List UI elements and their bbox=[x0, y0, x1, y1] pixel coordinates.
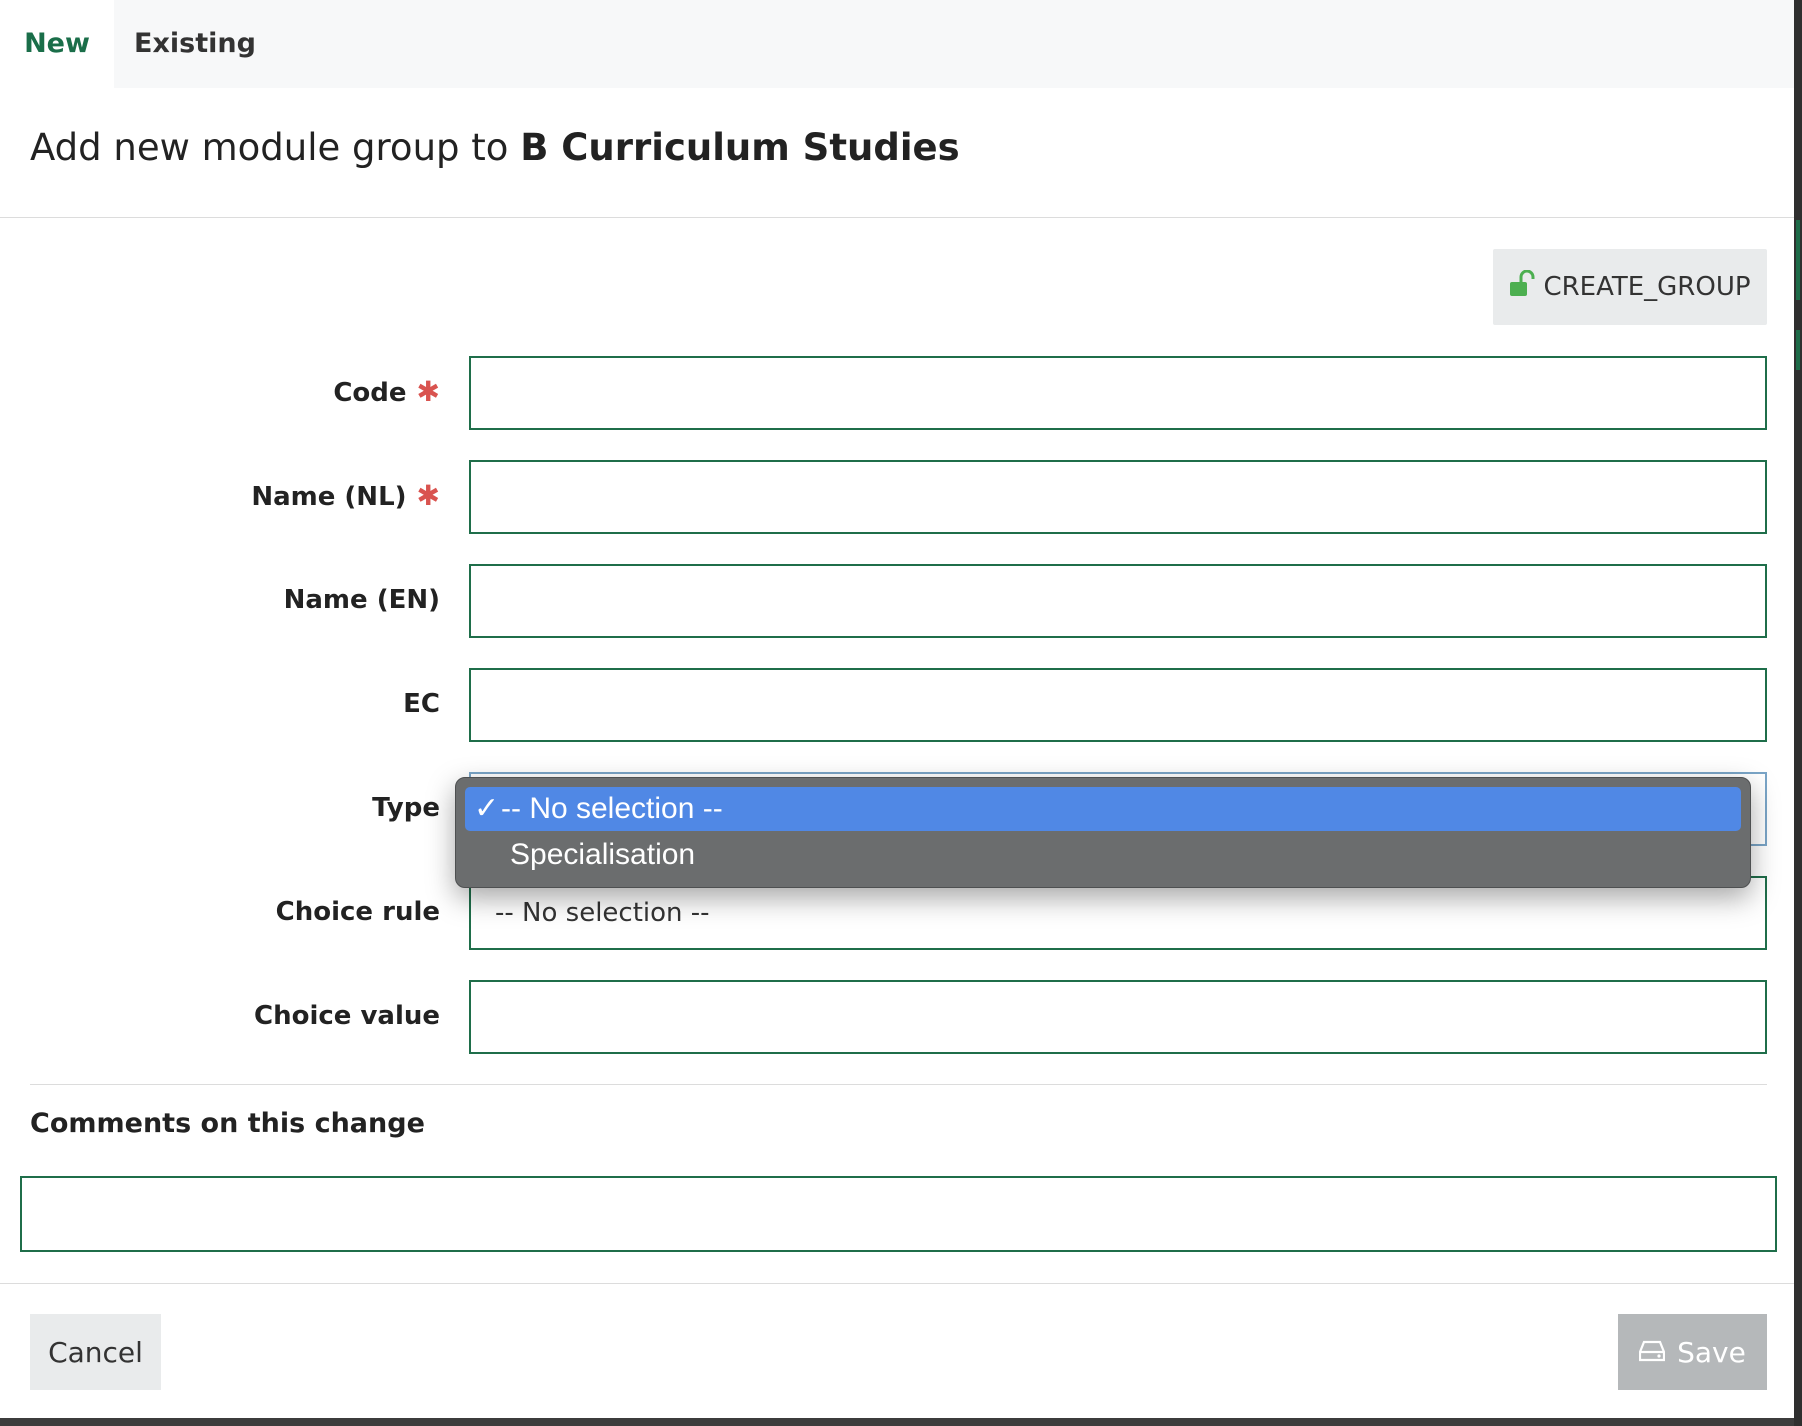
type-label: Type bbox=[372, 793, 440, 823]
name-nl-input[interactable] bbox=[469, 460, 1767, 534]
choice-rule-label: Choice rule bbox=[275, 897, 440, 927]
add-module-group-modal: New Existing Add new module group to B C… bbox=[0, 0, 1794, 1418]
name-nl-label: Name (NL) ✱ bbox=[251, 479, 440, 512]
choice-value-input[interactable] bbox=[469, 980, 1767, 1054]
footer-divider bbox=[0, 1283, 1794, 1284]
name-en-input[interactable] bbox=[469, 564, 1767, 638]
check-icon: ✓ bbox=[474, 792, 500, 825]
type-dropdown-menu: ✓-- No selection -- Specialisation bbox=[455, 777, 1751, 888]
name-en-label: Name (EN) bbox=[283, 585, 440, 615]
comments-input[interactable] bbox=[20, 1176, 1777, 1252]
save-label: Save bbox=[1677, 1335, 1746, 1369]
modal-title: Add new module group to B Curriculum Stu… bbox=[30, 126, 960, 169]
ec-label: EC bbox=[403, 689, 440, 719]
unlock-icon bbox=[1509, 269, 1535, 305]
header-divider bbox=[0, 217, 1794, 218]
backdrop-edge bbox=[1794, 0, 1802, 1426]
required-marker: ✱ bbox=[416, 479, 440, 512]
required-marker: ✱ bbox=[416, 375, 440, 408]
ec-input[interactable] bbox=[469, 668, 1767, 742]
tab-new[interactable]: New bbox=[0, 0, 114, 88]
dropdown-option-specialisation[interactable]: Specialisation bbox=[465, 833, 1741, 877]
backdrop-mark bbox=[1796, 330, 1800, 370]
dropdown-option-no-selection[interactable]: ✓-- No selection -- bbox=[465, 787, 1741, 831]
drive-icon bbox=[1639, 1336, 1666, 1369]
title-target: B Curriculum Studies bbox=[520, 126, 960, 169]
comments-label: Comments on this change bbox=[30, 1108, 425, 1139]
code-input[interactable] bbox=[469, 356, 1767, 430]
backdrop-mark bbox=[1796, 220, 1800, 300]
tab-bar: New Existing bbox=[0, 0, 1794, 88]
code-label: Code ✱ bbox=[333, 375, 440, 408]
form-divider bbox=[30, 1084, 1767, 1085]
create-group-permission-button[interactable]: CREATE_GROUP bbox=[1493, 249, 1767, 325]
title-prefix: Add new module group to bbox=[30, 126, 509, 169]
save-button[interactable]: Save bbox=[1618, 1314, 1767, 1390]
choice-value-label: Choice value bbox=[253, 1001, 440, 1031]
tab-existing[interactable]: Existing bbox=[114, 0, 276, 88]
create-group-label: CREATE_GROUP bbox=[1543, 272, 1751, 302]
cancel-button[interactable]: Cancel bbox=[30, 1314, 161, 1390]
